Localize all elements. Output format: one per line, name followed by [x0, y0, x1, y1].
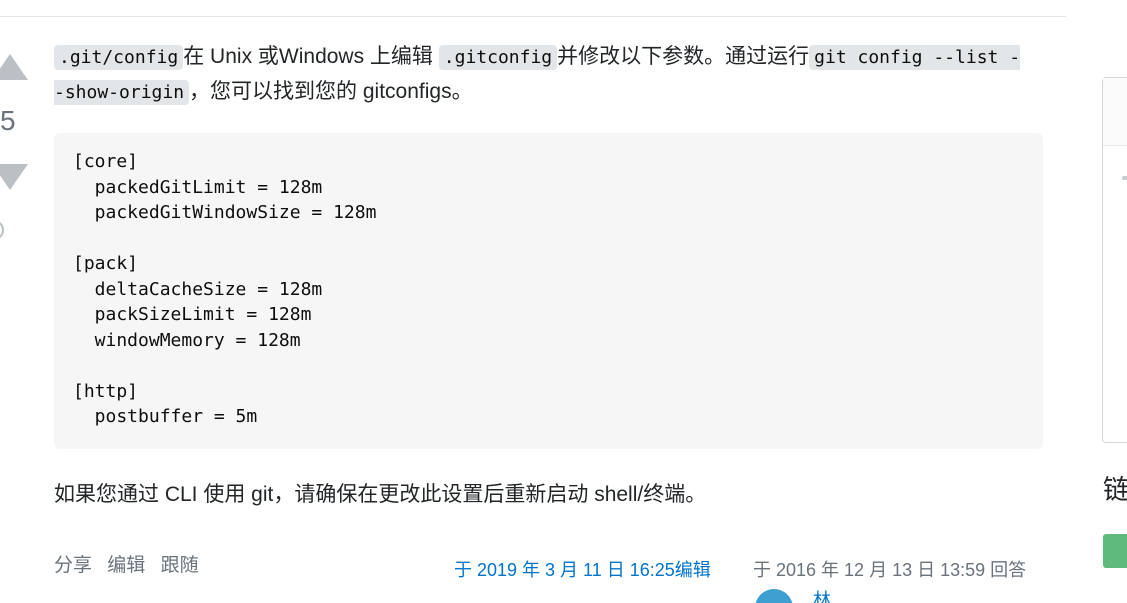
clock-history-icon[interactable]: [0, 218, 6, 242]
arrow-down-icon[interactable]: [0, 164, 28, 190]
code-block: [core] packedGitLimit = 128m packedGitWi…: [54, 133, 1043, 449]
edit-link[interactable]: 编辑: [107, 555, 145, 576]
user-name-link[interactable]: 林: [813, 586, 831, 603]
answer-page: 5 .git/config 在 Unix 或Windows 上编辑 .gitcon…: [0, 0, 1127, 603]
sidebar-panel-header: [1103, 78, 1127, 146]
vote-count: 5: [0, 105, 16, 136]
code-line: windowMemory = 128m: [73, 329, 301, 351]
code-line: postbuffer = 5m: [73, 406, 258, 427]
vote-column: 5: [0, 50, 32, 250]
code-line: deltaCacheSize = 128m: [73, 278, 323, 300]
intro-text-1: 在 Unix 或Windows 上编辑: [183, 45, 433, 68]
inline-code-git-config: .git/config: [54, 45, 184, 70]
intro-paragraph: .git/config 在 Unix 或Windows 上编辑 .gitconfi…: [54, 40, 1024, 110]
edited-timestamp-link[interactable]: 于 2019 年 3 月 11 日 16:25编辑: [454, 556, 711, 582]
sidebar-heading: 链: [1103, 475, 1127, 505]
share-link[interactable]: 分享: [54, 555, 92, 576]
code-line: [pack]: [73, 253, 139, 274]
answered-timestamp: 于 2016 年 12 月 13 日 13:59 回答: [753, 560, 1027, 580]
code-line: [core]: [73, 151, 139, 172]
code-line: packedGitLimit = 128m: [73, 176, 323, 198]
code-line: [http]: [73, 380, 139, 402]
sidebar-panel-glyph: [1122, 176, 1127, 180]
follow-link[interactable]: 跟随: [161, 555, 199, 576]
code-line: packedGitWindowSize = 128m: [73, 202, 377, 223]
avatar[interactable]: [755, 589, 793, 603]
intro-text-2: 并修改以下参数。通过运行: [557, 45, 810, 68]
post-menu: 分享 编辑 跟随: [54, 550, 209, 577]
answer-body: .git/config 在 Unix 或Windows 上编辑 .gitconfi…: [54, 40, 1044, 506]
code-line: packSizeLimit = 128m: [73, 304, 312, 325]
outro-paragraph: 如果您通过 CLI 使用 git，请确保在更改此设置后重新启动 shell/终端…: [54, 483, 707, 506]
top-divider: [0, 16, 1066, 17]
sidebar-badge: [1103, 534, 1127, 568]
arrow-up-icon[interactable]: [0, 54, 28, 80]
sidebar-panel: [1102, 77, 1127, 443]
intro-text-3: ，您可以找到您的 gitconfigs。: [189, 80, 473, 103]
inline-code-gitconfig: .gitconfig: [438, 45, 558, 70]
